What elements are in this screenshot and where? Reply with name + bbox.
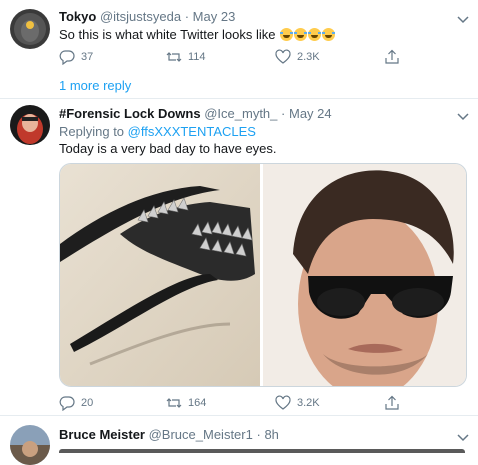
timestamp[interactable]: 8h	[264, 427, 278, 442]
emoji	[308, 28, 322, 41]
reply-icon	[59, 396, 75, 411]
retweet-button[interactable]: 164	[166, 395, 206, 411]
share-icon	[385, 49, 399, 64]
separator: ·	[281, 106, 286, 121]
heart-icon	[275, 395, 291, 410]
retweet-button[interactable]: 114	[166, 49, 206, 65]
display-name[interactable]: #Forensic Lock Downs	[59, 106, 201, 121]
like-count: 3.2K	[297, 397, 320, 409]
tweet-header: Tokyo @itsjustsyeda · May 23	[59, 9, 235, 24]
avatar[interactable]	[10, 425, 50, 465]
replying-to-user-link[interactable]: @ffsXXXTENTACLES	[128, 124, 256, 139]
tweet-actions: 37 114 2.3K	[59, 49, 459, 69]
reply-icon	[59, 50, 75, 65]
share-icon	[385, 395, 399, 410]
tweet-header: #Forensic Lock Downs @Ice_myth_ · May 24	[59, 106, 332, 121]
tweet-tokyo[interactable]: Tokyo @itsjustsyeda · May 23 So this is …	[0, 0, 478, 93]
avatar[interactable]	[10, 9, 50, 49]
tweet-text: Today is a very bad day to have eyes.	[59, 141, 277, 156]
media-image-man-sunglasses[interactable]	[263, 164, 466, 386]
chevron-down-icon[interactable]	[455, 11, 471, 27]
reply-count: 20	[81, 397, 94, 409]
tweet-bruce[interactable]: Bruce Meister @Bruce_Meister1 · 8h	[0, 416, 478, 465]
emoji	[322, 28, 336, 41]
username[interactable]: @Bruce_Meister1	[149, 427, 253, 442]
tweet-text-body: So this is what white Twitter looks like	[59, 27, 276, 42]
retweet-count: 114	[188, 51, 206, 63]
tweet-text: So this is what white Twitter looks like	[59, 27, 336, 42]
chevron-down-icon[interactable]	[455, 108, 471, 124]
tweet-forensic[interactable]: #Forensic Lock Downs @Ice_myth_ · May 24…	[0, 99, 478, 411]
separator: ·	[184, 9, 190, 24]
retweet-count: 164	[188, 397, 207, 409]
display-name[interactable]: Bruce Meister	[59, 427, 145, 442]
media-preview-edge	[59, 449, 465, 453]
chevron-down-icon[interactable]	[455, 429, 471, 445]
reply-button[interactable]: 20	[59, 395, 93, 411]
replying-to-label: Replying to	[59, 124, 125, 139]
username[interactable]: @Ice_myth_	[204, 106, 277, 121]
like-button[interactable]: 2.3K	[275, 49, 320, 65]
avatar[interactable]	[10, 105, 50, 145]
retweet-icon	[166, 398, 182, 408]
tweet-actions: 20 164 3.2K	[59, 395, 459, 415]
timestamp[interactable]: May 24	[289, 106, 332, 121]
replying-to: Replying to @ffsXXXTENTACLES	[59, 124, 256, 139]
share-button[interactable]	[384, 49, 400, 65]
retweet-icon	[166, 52, 182, 62]
share-button[interactable]	[384, 395, 400, 411]
like-count: 2.3K	[297, 51, 320, 63]
username[interactable]: @itsjustsyeda	[100, 9, 181, 24]
reply-button[interactable]: 37	[59, 49, 93, 65]
tweet-media[interactable]	[59, 163, 467, 387]
tweet-header: Bruce Meister @Bruce_Meister1 · 8h	[59, 427, 279, 442]
reply-count: 37	[81, 51, 94, 63]
show-more-replies-link[interactable]: 1 more reply	[59, 78, 131, 93]
emoji	[294, 28, 308, 41]
like-button[interactable]: 3.2K	[275, 395, 320, 411]
heart-icon	[275, 49, 291, 64]
display-name[interactable]: Tokyo	[59, 9, 96, 24]
separator: ·	[256, 427, 261, 442]
media-image-glasses[interactable]	[60, 164, 260, 386]
timestamp[interactable]: May 23	[193, 9, 236, 24]
emoji	[280, 28, 294, 41]
